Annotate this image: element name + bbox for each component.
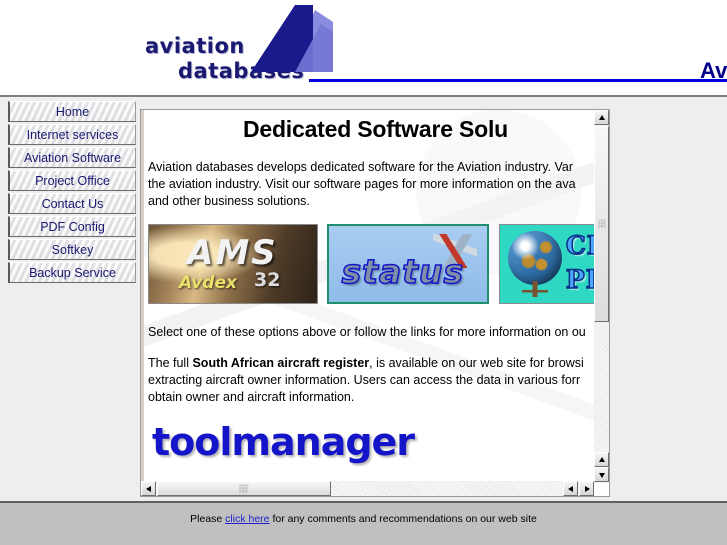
header-divider-rule — [309, 79, 727, 82]
register-line-1: The full South African aircraft register… — [148, 355, 596, 372]
sidebar-item-project-office[interactable]: Project Office — [8, 170, 136, 191]
scroll-down-button[interactable] — [594, 467, 609, 482]
register-line-2: extracting aircraft owner information. U… — [148, 373, 581, 387]
sidebar-item-home[interactable]: Home — [8, 101, 136, 122]
footer-contact-link[interactable]: click here — [225, 513, 269, 525]
select-line: Select one of these options above or fol… — [148, 325, 586, 339]
scrollbar-grip-icon — [598, 219, 605, 229]
intro-paragraph: Aviation databases develops dedicated so… — [144, 159, 596, 210]
scroll-right-button[interactable] — [579, 481, 594, 496]
intro-line-3: and other business solutions. — [148, 194, 310, 208]
page-footer: Please click here for any comments and r… — [0, 501, 727, 545]
banner-ams-version: 32 — [254, 269, 281, 291]
sidebar-item-label: Backup Service — [29, 266, 116, 280]
sidebar-item-label: Contact Us — [41, 197, 104, 211]
horizontal-scrollbar[interactable] — [141, 481, 594, 496]
banner-ams-title: AMS — [187, 233, 278, 273]
register-bold-term: South African aircraft register — [192, 356, 370, 370]
sidebar-item-backup-service[interactable]: Backup Service — [8, 262, 136, 283]
sidebar-item-label: Project Office — [35, 174, 110, 188]
sidebar-item-label: Internet services — [26, 128, 119, 142]
globe-stand-icon — [521, 281, 548, 297]
register-text-post: , is available on our web site for brows… — [369, 356, 584, 370]
product-banner-row: AMS Avdex 32 status CHAR PLAN — [144, 224, 596, 306]
register-line-3: obtain owner and aircraft information. — [148, 390, 355, 404]
sidebar-item-label: Softkey — [51, 243, 94, 257]
banner-ams-subtitle: Avdex — [179, 273, 237, 293]
footer-text: Please click here for any comments and r… — [0, 513, 727, 525]
horizontal-scrollbar-thumb[interactable] — [157, 481, 331, 496]
page-title: Dedicated Software Solu — [242, 116, 509, 142]
sidebar-item-label: Home — [55, 105, 90, 119]
sidebar-menu: Home Internet services Aviation Software… — [0, 101, 140, 285]
register-paragraph: The full South African aircraft register… — [144, 355, 596, 406]
vertical-scrollbar[interactable] — [594, 110, 609, 483]
banner-chart-line-1: CHAR — [565, 230, 596, 261]
scroll-up-button-bottom[interactable] — [594, 452, 609, 467]
select-options-paragraph: Select one of these options above or fol… — [144, 324, 596, 341]
intro-line-1: Aviation databases develops dedicated so… — [148, 160, 574, 174]
toolmanager-logo-text[interactable]: toolmanager — [144, 420, 596, 464]
scrollbar-grip-icon — [239, 484, 249, 493]
sidebar-item-internet-services[interactable]: Internet services — [8, 124, 136, 145]
intro-line-2: the aviation industry. Visit our softwar… — [148, 177, 576, 191]
page-root: aviation databases Av Home Internet serv… — [0, 0, 727, 545]
scroll-up-button[interactable] — [594, 110, 609, 125]
banner-chart-planner[interactable]: CHAR PLAN — [498, 224, 596, 304]
banner-chart-line-2: PLAN — [565, 264, 596, 295]
tailfin-logo-icon — [251, 5, 333, 72]
vertical-scrollbar-thumb[interactable] — [594, 126, 609, 322]
register-text-pre: The full — [148, 356, 193, 370]
banner-status-title: status — [341, 251, 465, 292]
content-viewport: Dedicated Software Solu Aviation databas… — [141, 110, 596, 483]
site-header: aviation databases Av — [0, 0, 727, 97]
footer-text-before: Please — [190, 513, 226, 525]
sidebar-item-label: Aviation Software — [23, 151, 122, 165]
logo-text-aviation: aviation — [145, 34, 245, 58]
banner-status[interactable]: status — [327, 224, 490, 304]
body-region: Home Internet services Aviation Software… — [0, 97, 727, 501]
globe-icon — [507, 231, 562, 285]
sidebar-item-softkey[interactable]: Softkey — [8, 239, 136, 260]
content-document: Dedicated Software Solu Aviation databas… — [144, 110, 596, 464]
sidebar-item-pdf-config[interactable]: PDF Config — [8, 216, 136, 237]
content-frame: Dedicated Software Solu Aviation databas… — [140, 109, 610, 497]
banner-ams-avdex[interactable]: AMS Avdex 32 — [148, 224, 318, 304]
scroll-left-button-end[interactable] — [563, 481, 578, 496]
sidebar-item-contact-us[interactable]: Contact Us — [8, 193, 136, 214]
sidebar-item-aviation-software[interactable]: Aviation Software — [8, 147, 136, 168]
sidebar-item-label: PDF Config — [40, 220, 105, 234]
footer-text-after: for any comments and recommendations on … — [269, 513, 537, 525]
header-title-text: Av — [700, 58, 727, 83]
scroll-left-button[interactable] — [141, 481, 156, 496]
